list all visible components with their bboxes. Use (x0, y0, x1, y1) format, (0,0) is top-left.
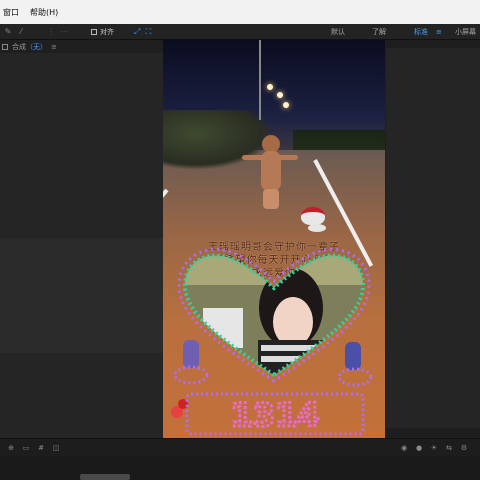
camera-icon[interactable]: ◉ (400, 444, 408, 452)
composition-tab[interactable]: 合成 （无） ≡ (0, 41, 163, 53)
panel-menu-icon[interactable]: ≡ (51, 43, 57, 51)
mask-icon[interactable]: ◫ (52, 444, 60, 452)
photo (185, 255, 363, 375)
left-panel-shade (0, 238, 163, 353)
settings-icon[interactable]: ⚙ (460, 444, 468, 452)
right-panel-area (386, 48, 480, 428)
puppet-pin-icon[interactable]: ⤢ (134, 27, 140, 37)
number-lights-svg: 1314 (185, 392, 365, 436)
lock-icon[interactable] (2, 44, 8, 50)
magnify-icon[interactable]: ⊕ (7, 444, 15, 452)
brush-tool-icon[interactable]: ⁄ (16, 27, 26, 37)
menu-bar: 窗口 帮助(H) (0, 0, 480, 24)
timeline-scrollbar[interactable] (80, 474, 130, 480)
roto-tool-icon[interactable]: ⋯ (59, 27, 69, 37)
flow-icon[interactable]: ⇆ (445, 444, 453, 452)
clone-tool-icon[interactable]: ⋮ (46, 27, 56, 37)
timeline-panel (0, 456, 480, 480)
pen-tool-icon[interactable]: ✎ (3, 27, 13, 37)
number-lights: 1314 (185, 392, 365, 436)
composition-viewer[interactable]: 王瑶瑶明哥会守护你一辈子 世希望你每天开开心心的 永远爱你 1314 (163, 40, 385, 438)
menu-help[interactable]: 帮助(H) (30, 7, 58, 18)
snap-toggle[interactable]: 对齐 (91, 27, 114, 37)
right-panel (386, 40, 480, 438)
toolbar: ✎ ⁄ ⋮ ⋯ 对齐 ⤢ ⛶ 默认 了解 标准 ≡ 小屏幕 (0, 24, 480, 40)
viewer-controls: ⊕ ▭ # ◫ ◉ ● ☀ ⇆ ⚙ (0, 438, 480, 456)
exposure-icon[interactable]: ☀ (430, 444, 438, 452)
snap-label: 对齐 (100, 27, 114, 36)
workspace-menu-icon[interactable]: ≡ (436, 24, 442, 40)
workspace-small-screen[interactable]: 小屏幕 (455, 24, 476, 40)
workspace-standard[interactable]: 标准 (414, 24, 428, 40)
comp-name: （无） (26, 43, 47, 51)
expand-icon[interactable]: ⛶ (143, 27, 153, 37)
fit-icon[interactable]: ▭ (22, 444, 30, 452)
number-text: 1314 (230, 396, 319, 434)
workspace-learn[interactable]: 了解 (372, 24, 386, 40)
heart-photo-frame (171, 247, 373, 418)
workspace-default[interactable]: 默认 (331, 24, 345, 40)
snap-checkbox[interactable] (91, 28, 97, 35)
comp-tab-title: 合成 (12, 43, 26, 51)
channel-icon[interactable]: ● (415, 444, 423, 452)
left-panel (0, 53, 163, 438)
grid-icon[interactable]: # (37, 444, 45, 452)
menu-window[interactable]: 窗口 (3, 7, 19, 18)
